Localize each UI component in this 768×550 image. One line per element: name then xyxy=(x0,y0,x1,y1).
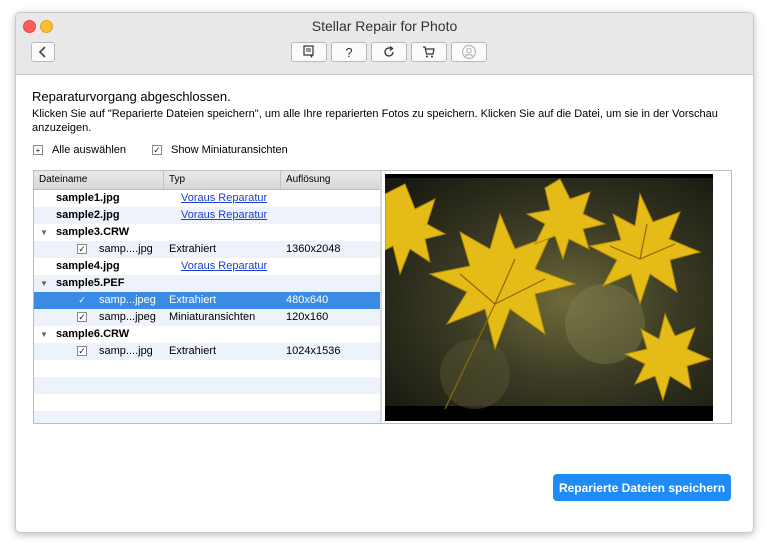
save-list-icon xyxy=(303,45,314,58)
file-name: sample6.CRW xyxy=(56,328,130,340)
file-table: Dateiname Typ Auflösung sample1.jpg Vora… xyxy=(34,171,380,423)
empty-row xyxy=(34,411,380,423)
empty-row xyxy=(34,394,380,411)
file-resolution: 1024x1536 xyxy=(286,345,341,357)
help-button[interactable]: ? xyxy=(331,42,367,62)
column-header-resolution[interactable]: Auflösung xyxy=(281,171,380,189)
table-row[interactable]: ✓ samp....jpg Extrahiert 1360x2048 xyxy=(34,241,380,258)
select-all-checkbox[interactable]: + xyxy=(33,145,43,155)
app-window: Stellar Repair for Photo ? Reparaturvorg… xyxy=(15,12,754,533)
file-type: Miniaturansichten xyxy=(169,311,256,323)
table-row[interactable]: ▼ sample6.CRW xyxy=(34,326,380,343)
file-name: samp...jpeg xyxy=(99,311,156,323)
preview-image xyxy=(385,174,713,421)
advance-repair-link[interactable]: Voraus Reparatur xyxy=(181,190,267,207)
file-name: sample3.CRW xyxy=(56,226,130,238)
select-all-option[interactable]: + Alle auswählen xyxy=(33,144,126,156)
file-type: Extrahiert xyxy=(169,294,217,306)
file-resolution: 120x160 xyxy=(286,311,329,323)
file-type: Extrahiert xyxy=(169,345,217,357)
window-title: Stellar Repair for Photo xyxy=(311,18,458,34)
title-bar: Stellar Repair for Photo ? xyxy=(16,13,753,75)
cart-button[interactable] xyxy=(411,42,447,62)
split-divider[interactable] xyxy=(380,171,382,423)
disclosure-triangle-icon[interactable]: ▼ xyxy=(40,224,48,241)
file-type: Extrahiert xyxy=(169,243,217,255)
row-checkbox[interactable]: ✓ xyxy=(77,244,87,254)
column-header-filename[interactable]: Dateiname xyxy=(34,171,164,189)
table-row[interactable]: ▼ sample3.CRW xyxy=(34,224,380,241)
file-name: samp....jpg xyxy=(99,345,153,357)
file-name: sample4.jpg xyxy=(56,260,120,272)
account-button[interactable] xyxy=(451,42,487,62)
main-content: Reparaturvorgang abgeschlossen. Klicken … xyxy=(16,75,753,532)
table-row[interactable]: ✓ samp....jpg Extrahiert 1024x1536 xyxy=(34,343,380,360)
row-checkbox[interactable]: ✓ xyxy=(77,312,87,322)
show-thumbnails-option[interactable]: ✓ Show Miniaturansichten xyxy=(152,144,288,156)
disclosure-triangle-icon[interactable]: ▼ xyxy=(40,326,48,343)
back-button[interactable] xyxy=(31,42,55,62)
file-name: sample2.jpg xyxy=(56,209,120,221)
table-row[interactable]: ✓ samp...jpeg Miniaturansichten 120x160 xyxy=(34,309,380,326)
disclosure-triangle-icon[interactable]: ▼ xyxy=(40,275,48,292)
table-row[interactable]: ▼ sample5.PEF xyxy=(34,275,380,292)
advance-repair-link[interactable]: Voraus Reparatur xyxy=(181,258,267,275)
save-repaired-files-button[interactable]: Reparierte Dateien speichern xyxy=(553,474,731,501)
file-resolution: 480x640 xyxy=(286,294,329,306)
refresh-button[interactable] xyxy=(371,42,407,62)
file-name: sample5.PEF xyxy=(56,277,125,289)
column-header-type[interactable]: Typ xyxy=(164,171,281,189)
table-row[interactable]: sample4.jpg Voraus Reparatur xyxy=(34,258,380,275)
empty-row xyxy=(34,360,380,377)
table-row-selected[interactable]: ✓ samp...jpeg Extrahiert 480x640 xyxy=(34,292,380,309)
photo-preview xyxy=(385,174,713,421)
select-all-label: Alle auswählen xyxy=(52,144,126,156)
empty-row xyxy=(34,377,380,394)
cart-icon xyxy=(423,46,435,58)
file-name: samp....jpg xyxy=(99,243,153,255)
row-checkbox[interactable]: ✓ xyxy=(77,295,87,305)
show-thumbnails-checkbox[interactable]: ✓ xyxy=(152,145,162,155)
account-icon xyxy=(461,44,477,60)
status-heading: Reparaturvorgang abgeschlossen. xyxy=(32,89,231,104)
instructions-text: Klicken Sie auf "Reparierte Dateien spei… xyxy=(32,108,718,134)
chevron-left-icon xyxy=(38,46,46,58)
show-thumbnails-label: Show Miniaturansichten xyxy=(171,144,288,156)
advance-repair-link[interactable]: Voraus Reparatur xyxy=(181,207,267,224)
row-checkbox[interactable]: ✓ xyxy=(77,346,87,356)
table-row[interactable]: sample2.jpg Voraus Reparatur xyxy=(34,207,380,224)
refresh-icon xyxy=(384,45,394,57)
file-name: samp...jpeg xyxy=(99,294,156,306)
table-header: Dateiname Typ Auflösung xyxy=(34,171,380,190)
file-name: sample1.jpg xyxy=(56,192,120,204)
results-panel: Dateiname Typ Auflösung sample1.jpg Vora… xyxy=(33,170,732,424)
help-icon: ? xyxy=(345,44,353,60)
save-list-button[interactable] xyxy=(291,42,327,62)
file-resolution: 1360x2048 xyxy=(286,243,341,255)
table-row[interactable]: sample1.jpg Voraus Reparatur xyxy=(34,190,380,207)
